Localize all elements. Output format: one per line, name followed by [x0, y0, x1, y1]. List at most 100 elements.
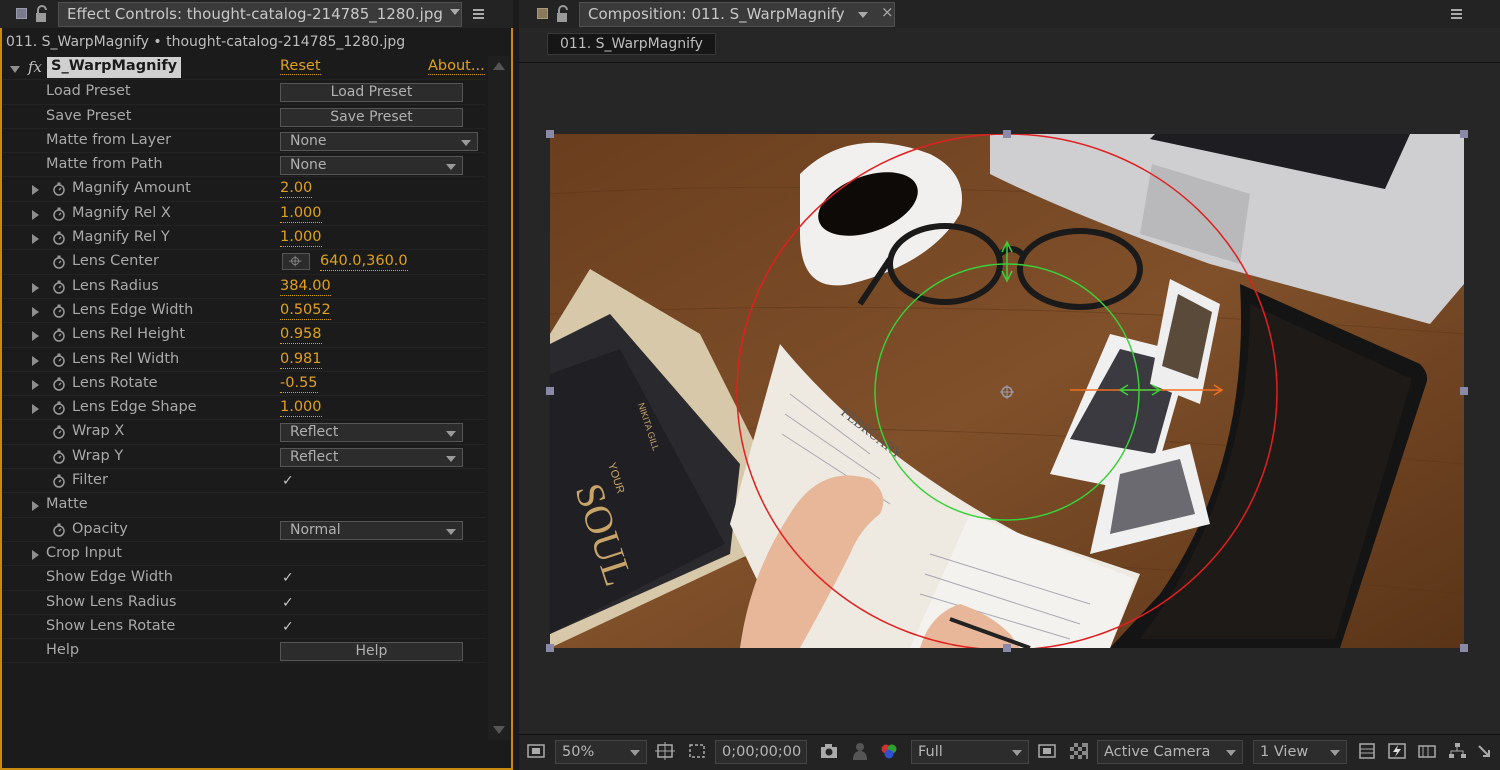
flowchart-icon[interactable] — [1447, 742, 1467, 760]
about-link[interactable]: About... — [428, 58, 485, 75]
lens-rel-height-value[interactable]: 0.958 — [280, 326, 322, 345]
stopwatch-icon[interactable] — [52, 425, 66, 440]
dropdown-value: None — [290, 157, 327, 174]
channel-rgb-icon[interactable] — [879, 742, 899, 760]
expand-twirl[interactable] — [32, 501, 39, 512]
effect-expand-twirl[interactable] — [10, 66, 20, 73]
show-snapshot-icon[interactable] — [850, 742, 870, 760]
always-preview-icon[interactable] — [526, 742, 546, 760]
expand-twirl[interactable] — [32, 282, 39, 293]
stopwatch-icon[interactable] — [52, 304, 66, 318]
lens-edge-shape-value[interactable]: 1.000 — [280, 399, 322, 418]
show-lens-rotate-checkbox[interactable]: ✓ — [282, 619, 294, 635]
composition-tabbar: Composition: 011. S_WarpMagnify × — [519, 0, 1500, 28]
lens-radius-value[interactable]: 384.00 — [280, 278, 331, 296]
opacity-dropdown[interactable]: Normal — [280, 520, 463, 540]
param-label: Magnify Rel X — [72, 204, 171, 221]
expand-twirl[interactable] — [32, 306, 39, 317]
stopwatch-icon[interactable] — [52, 450, 66, 464]
expand-twirl[interactable] — [32, 549, 39, 560]
effect-controls-tab[interactable]: Effect Controls: thought-catalog-214785_… — [58, 2, 462, 27]
lens-center-value[interactable]: 640.0,360.0 — [320, 253, 408, 272]
load-preset-button[interactable]: Load Preset — [280, 83, 463, 103]
param-label: Wrap X — [72, 423, 125, 440]
bounding-handle[interactable] — [546, 387, 554, 395]
wrap-x-dropdown[interactable]: Reflect — [280, 423, 463, 443]
expand-twirl[interactable] — [32, 379, 39, 390]
stopwatch-icon[interactable] — [52, 523, 66, 537]
expand-twirl[interactable] — [32, 209, 39, 220]
stopwatch-icon[interactable] — [52, 207, 66, 221]
show-edge-width-checkbox[interactable]: ✓ — [282, 570, 294, 586]
bounding-handle[interactable] — [1460, 130, 1468, 138]
panel-color-icon — [16, 8, 27, 19]
save-preset-button[interactable]: Save Preset — [280, 107, 463, 127]
bounding-handle[interactable] — [1460, 644, 1468, 652]
toggle-pixel-aspect-icon[interactable] — [1357, 742, 1377, 760]
panel-menu-icon[interactable] — [1448, 7, 1464, 21]
lock-icon[interactable] — [34, 5, 50, 23]
param-label: Matte — [46, 496, 88, 513]
bounding-handle[interactable] — [546, 644, 554, 652]
mask-visibility-icon[interactable] — [687, 742, 707, 760]
matte-from-layer-dropdown[interactable]: None — [280, 131, 478, 151]
composition-breadcrumb[interactable]: 011. S_WarpMagnify — [547, 33, 716, 55]
view-layout-dropdown[interactable]: 1 View — [1253, 740, 1347, 764]
lens-edge-width-value[interactable]: 0.5052 — [280, 302, 331, 320]
stopwatch-icon[interactable] — [52, 474, 66, 488]
chevron-down-icon[interactable] — [450, 9, 460, 15]
stopwatch-icon[interactable] — [52, 353, 66, 367]
scroll-up-arrow-icon[interactable] — [493, 62, 505, 70]
close-icon[interactable]: × — [881, 3, 894, 21]
matte-from-path-dropdown[interactable]: None — [280, 156, 463, 176]
expand-twirl[interactable] — [32, 234, 39, 245]
stopwatch-icon[interactable] — [52, 231, 66, 245]
bounding-handle[interactable] — [1003, 130, 1011, 138]
camera-snapshot-icon[interactable] — [819, 742, 839, 760]
safe-margins-icon[interactable] — [655, 742, 675, 760]
crosshair-icon[interactable] — [282, 253, 310, 271]
camera-dropdown[interactable]: Active Camera — [1097, 740, 1243, 764]
lock-icon[interactable] — [555, 5, 571, 23]
lens-rel-width-value[interactable]: 0.981 — [280, 351, 322, 369]
expand-twirl[interactable] — [32, 355, 39, 366]
bounding-handle[interactable] — [1003, 644, 1011, 652]
scroll-down-arrow-icon[interactable] — [493, 726, 505, 734]
help-button[interactable]: Help — [280, 642, 463, 662]
bounding-handle[interactable] — [546, 130, 554, 138]
wrap-y-dropdown[interactable]: Reflect — [280, 447, 463, 467]
stopwatch-icon[interactable] — [52, 280, 66, 294]
panel-menu-icon[interactable] — [470, 7, 486, 21]
effect-name[interactable]: S_WarpMagnify — [47, 57, 182, 78]
stopwatch-icon[interactable] — [52, 328, 66, 343]
fx-toggle-icon[interactable]: fx — [28, 58, 42, 76]
bounding-handle[interactable] — [1460, 387, 1468, 395]
resolution-dropdown[interactable]: Full — [911, 740, 1029, 764]
fast-previews-icon[interactable] — [1387, 742, 1407, 760]
stopwatch-icon[interactable] — [52, 182, 66, 197]
stopwatch-icon[interactable] — [52, 255, 66, 270]
show-lens-radius-checkbox[interactable]: ✓ — [282, 595, 294, 611]
magnify-rel-y-value[interactable]: 1.000 — [280, 229, 322, 248]
transparency-grid-icon[interactable] — [1069, 742, 1089, 760]
lens-rotate-value[interactable]: -0.55 — [280, 375, 318, 393]
reset-exposure-icon[interactable] — [1475, 742, 1495, 760]
chevron-down-icon[interactable] — [858, 12, 868, 18]
expand-twirl[interactable] — [32, 331, 39, 342]
magnify-amount-value[interactable]: 2.00 — [280, 180, 313, 199]
magnification-dropdown[interactable]: 50% — [555, 740, 647, 764]
stopwatch-icon[interactable] — [52, 377, 66, 391]
effect-parameter-list: fx S_WarpMagnify Reset About... Load Pre… — [2, 56, 486, 664]
current-time-field[interactable]: 0;00;00;00 — [715, 740, 807, 764]
composition-tab[interactable]: Composition: 011. S_WarpMagnify — [579, 2, 895, 27]
timeline-icon[interactable] — [1417, 742, 1437, 760]
magnify-rel-x-value[interactable]: 1.000 — [280, 205, 322, 223]
vertical-scrollbar[interactable] — [488, 56, 510, 740]
region-of-interest-icon[interactable] — [1037, 742, 1057, 760]
stopwatch-icon[interactable] — [52, 401, 66, 415]
expand-twirl[interactable] — [32, 404, 39, 415]
expand-twirl[interactable] — [32, 185, 39, 196]
composition-viewer[interactable]: SOUL YOUR NIKITA GILL FEBRUARY — [550, 134, 1464, 648]
reset-link[interactable]: Reset — [280, 58, 321, 75]
filter-checkbox[interactable]: ✓ — [282, 473, 294, 489]
